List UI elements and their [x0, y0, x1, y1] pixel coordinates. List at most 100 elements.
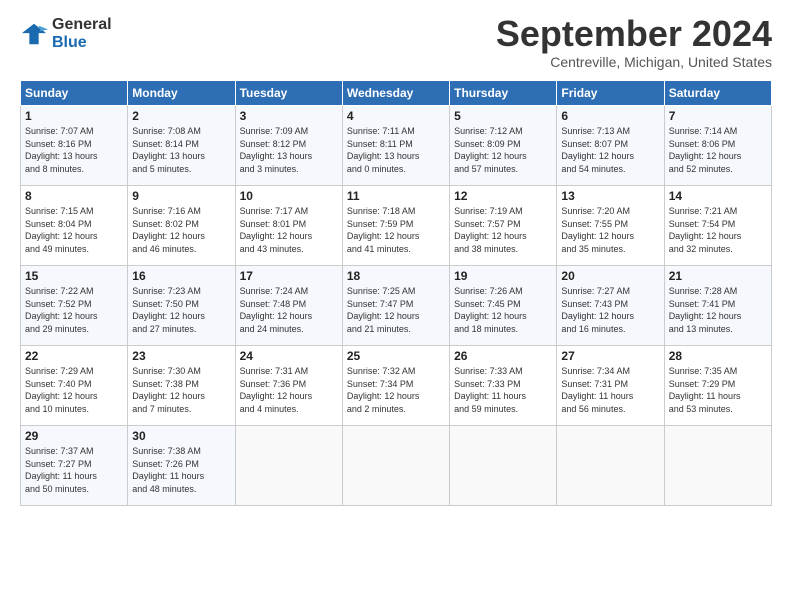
day-number: 5 — [454, 109, 552, 123]
day-info: Sunrise: 7:38 AM Sunset: 7:26 PM Dayligh… — [132, 445, 230, 495]
col-tuesday: Tuesday — [235, 81, 342, 106]
logo: General Blue — [20, 16, 112, 51]
table-row: 8 Sunrise: 7:15 AM Sunset: 8:04 PM Daylig… — [21, 186, 128, 266]
day-info: Sunrise: 7:22 AM Sunset: 7:52 PM Dayligh… — [25, 285, 123, 335]
day-number: 27 — [561, 349, 659, 363]
header-row: Sunday Monday Tuesday Wednesday Thursday… — [21, 81, 772, 106]
table-row — [664, 426, 771, 506]
table-row — [342, 426, 449, 506]
day-number: 23 — [132, 349, 230, 363]
page: General Blue September 2024 Centreville,… — [0, 0, 792, 612]
day-number: 6 — [561, 109, 659, 123]
day-info: Sunrise: 7:15 AM Sunset: 8:04 PM Dayligh… — [25, 205, 123, 255]
day-info: Sunrise: 7:23 AM Sunset: 7:50 PM Dayligh… — [132, 285, 230, 335]
day-number: 29 — [25, 429, 123, 443]
title-block: September 2024 Centreville, Michigan, Un… — [496, 16, 772, 70]
table-row: 1 Sunrise: 7:07 AM Sunset: 8:16 PM Daylig… — [21, 106, 128, 186]
table-row: 12 Sunrise: 7:19 AM Sunset: 7:57 PM Dayli… — [450, 186, 557, 266]
table-row: 9Sunrise: 7:16 AM Sunset: 8:02 PM Daylig… — [128, 186, 235, 266]
month-title: September 2024 — [496, 16, 772, 52]
day-info: Sunrise: 7:25 AM Sunset: 7:47 PM Dayligh… — [347, 285, 445, 335]
day-number: 7 — [669, 109, 767, 123]
table-row: 16 Sunrise: 7:23 AM Sunset: 7:50 PM Dayli… — [128, 266, 235, 346]
day-info: Sunrise: 7:08 AM Sunset: 8:14 PM Dayligh… — [132, 125, 230, 175]
day-number: 13 — [561, 189, 659, 203]
day-number: 20 — [561, 269, 659, 283]
table-row: 15 Sunrise: 7:22 AM Sunset: 7:52 PM Dayli… — [21, 266, 128, 346]
day-number: 14 — [669, 189, 767, 203]
table-row: 28Sunrise: 7:35 AM Sunset: 7:29 PM Dayli… — [664, 346, 771, 426]
day-info: Sunrise: 7:18 AM Sunset: 7:59 PM Dayligh… — [347, 205, 445, 255]
table-row: 4 Sunrise: 7:11 AM Sunset: 8:11 PM Daylig… — [342, 106, 449, 186]
day-info: Sunrise: 7:13 AM Sunset: 8:07 PM Dayligh… — [561, 125, 659, 175]
day-number: 18 — [347, 269, 445, 283]
day-info: Sunrise: 7:21 AM Sunset: 7:54 PM Dayligh… — [669, 205, 767, 255]
day-number: 1 — [25, 109, 123, 123]
day-info: Sunrise: 7:11 AM Sunset: 8:11 PM Dayligh… — [347, 125, 445, 175]
day-info: Sunrise: 7:12 AM Sunset: 8:09 PM Dayligh… — [454, 125, 552, 175]
table-row: 17 Sunrise: 7:24 AM Sunset: 7:48 PM Dayli… — [235, 266, 342, 346]
day-number: 26 — [454, 349, 552, 363]
logo-line2: Blue — [52, 34, 112, 52]
day-info: Sunrise: 7:30 AM Sunset: 7:38 PM Dayligh… — [132, 365, 230, 415]
day-info: Sunrise: 7:17 AM Sunset: 8:01 PM Dayligh… — [240, 205, 338, 255]
col-saturday: Saturday — [664, 81, 771, 106]
day-number: 2 — [132, 109, 230, 123]
table-row: 20 Sunrise: 7:27 AM Sunset: 7:43 PM Dayli… — [557, 266, 664, 346]
header: General Blue September 2024 Centreville,… — [20, 16, 772, 70]
table-row: 21 Sunrise: 7:28 AM Sunset: 7:41 PM Dayli… — [664, 266, 771, 346]
calendar-week-1: 1 Sunrise: 7:07 AM Sunset: 8:16 PM Daylig… — [21, 106, 772, 186]
day-number: 28 — [669, 349, 767, 363]
day-info: Sunrise: 7:09 AM Sunset: 8:12 PM Dayligh… — [240, 125, 338, 175]
table-row: 18 Sunrise: 7:25 AM Sunset: 7:47 PM Dayli… — [342, 266, 449, 346]
day-info: Sunrise: 7:32 AM Sunset: 7:34 PM Dayligh… — [347, 365, 445, 415]
calendar-week-3: 15 Sunrise: 7:22 AM Sunset: 7:52 PM Dayli… — [21, 266, 772, 346]
table-row: 24 Sunrise: 7:31 AM Sunset: 7:36 PM Dayli… — [235, 346, 342, 426]
day-number: 17 — [240, 269, 338, 283]
day-info: Sunrise: 7:16 AM Sunset: 8:02 PM Dayligh… — [132, 205, 230, 255]
table-row — [450, 426, 557, 506]
logo-line1: General — [52, 16, 112, 34]
table-row: 14 Sunrise: 7:21 AM Sunset: 7:54 PM Dayli… — [664, 186, 771, 266]
day-number: 15 — [25, 269, 123, 283]
day-info: Sunrise: 7:28 AM Sunset: 7:41 PM Dayligh… — [669, 285, 767, 335]
calendar-week-2: 8 Sunrise: 7:15 AM Sunset: 8:04 PM Daylig… — [21, 186, 772, 266]
day-number: 10 — [240, 189, 338, 203]
calendar-week-4: 22Sunrise: 7:29 AM Sunset: 7:40 PM Dayli… — [21, 346, 772, 426]
table-row: 26 Sunrise: 7:33 AM Sunset: 7:33 PM Dayli… — [450, 346, 557, 426]
day-number: 12 — [454, 189, 552, 203]
table-row: 30 Sunrise: 7:38 AM Sunset: 7:26 PM Dayli… — [128, 426, 235, 506]
day-info: Sunrise: 7:31 AM Sunset: 7:36 PM Dayligh… — [240, 365, 338, 415]
day-info: Sunrise: 7:27 AM Sunset: 7:43 PM Dayligh… — [561, 285, 659, 335]
table-row: 2 Sunrise: 7:08 AM Sunset: 8:14 PM Daylig… — [128, 106, 235, 186]
day-info: Sunrise: 7:26 AM Sunset: 7:45 PM Dayligh… — [454, 285, 552, 335]
table-row: 11 Sunrise: 7:18 AM Sunset: 7:59 PM Dayli… — [342, 186, 449, 266]
col-wednesday: Wednesday — [342, 81, 449, 106]
col-thursday: Thursday — [450, 81, 557, 106]
day-info: Sunrise: 7:24 AM Sunset: 7:48 PM Dayligh… — [240, 285, 338, 335]
day-number: 22 — [25, 349, 123, 363]
day-info: Sunrise: 7:33 AM Sunset: 7:33 PM Dayligh… — [454, 365, 552, 415]
day-number: 4 — [347, 109, 445, 123]
day-info: Sunrise: 7:19 AM Sunset: 7:57 PM Dayligh… — [454, 205, 552, 255]
day-number: 30 — [132, 429, 230, 443]
table-row: 23 Sunrise: 7:30 AM Sunset: 7:38 PM Dayli… — [128, 346, 235, 426]
day-info: Sunrise: 7:14 AM Sunset: 8:06 PM Dayligh… — [669, 125, 767, 175]
day-number: 8 — [25, 189, 123, 203]
day-info: Sunrise: 7:07 AM Sunset: 8:16 PM Dayligh… — [25, 125, 123, 175]
table-row: 13Sunrise: 7:20 AM Sunset: 7:55 PM Dayli… — [557, 186, 664, 266]
day-number: 21 — [669, 269, 767, 283]
logo-icon — [20, 20, 48, 48]
table-row: 22Sunrise: 7:29 AM Sunset: 7:40 PM Dayli… — [21, 346, 128, 426]
day-number: 11 — [347, 189, 445, 203]
table-row: 19Sunrise: 7:26 AM Sunset: 7:45 PM Dayli… — [450, 266, 557, 346]
table-row: 29 Sunrise: 7:37 AM Sunset: 7:27 PM Dayli… — [21, 426, 128, 506]
day-info: Sunrise: 7:37 AM Sunset: 7:27 PM Dayligh… — [25, 445, 123, 495]
day-number: 24 — [240, 349, 338, 363]
table-row: 5 Sunrise: 7:12 AM Sunset: 8:09 PM Daylig… — [450, 106, 557, 186]
calendar-week-5: 29 Sunrise: 7:37 AM Sunset: 7:27 PM Dayli… — [21, 426, 772, 506]
table-row: 10 Sunrise: 7:17 AM Sunset: 8:01 PM Dayli… — [235, 186, 342, 266]
table-row: 25Sunrise: 7:32 AM Sunset: 7:34 PM Dayli… — [342, 346, 449, 426]
day-number: 16 — [132, 269, 230, 283]
day-info: Sunrise: 7:34 AM Sunset: 7:31 PM Dayligh… — [561, 365, 659, 415]
